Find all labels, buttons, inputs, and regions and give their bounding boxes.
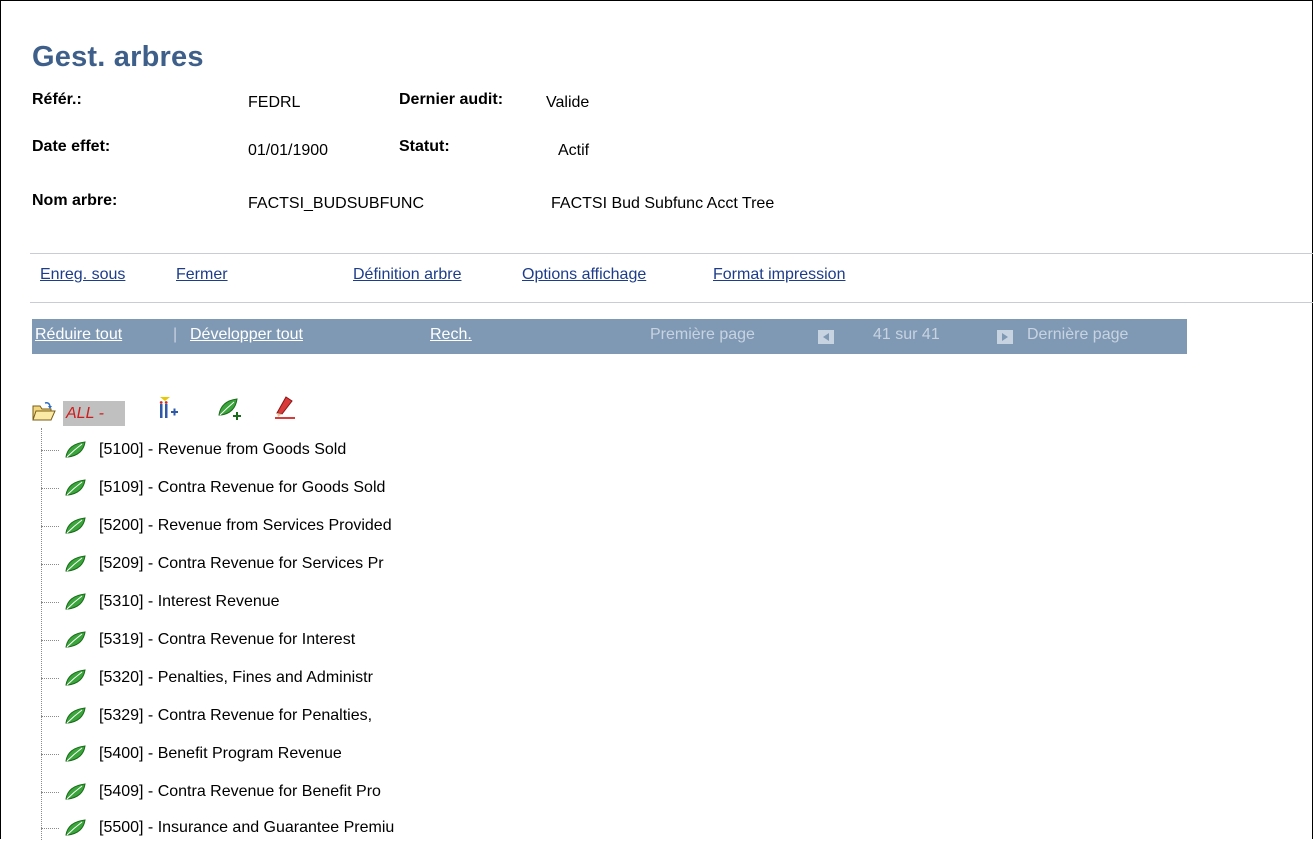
- tree-description: FACTSI Bud Subfunc Acct Tree: [551, 195, 775, 212]
- tree-node-label[interactable]: [5209] - Contra Revenue for Services Pr: [99, 555, 384, 573]
- last-page-link[interactable]: Dernière page: [1027, 326, 1128, 344]
- status-label: Statut:: [399, 138, 450, 155]
- page-title: Gest. arbres: [32, 41, 204, 73]
- separator-top: [30, 253, 1313, 254]
- page-counter: 41 sur 41: [873, 326, 940, 343]
- close-link[interactable]: Fermer: [176, 266, 228, 284]
- tree-node-label[interactable]: [5329] - Contra Revenue for Penalties,: [99, 707, 372, 725]
- audit-label: Dernier audit:: [399, 91, 504, 108]
- collapse-all-link[interactable]: Réduire tout: [35, 326, 122, 344]
- leaf-icon: [63, 818, 89, 843]
- nav-separator: |: [173, 326, 178, 343]
- effective-date-value: 01/01/1900: [248, 142, 329, 159]
- ref-value: FEDRL: [248, 94, 301, 111]
- tree-branch-line: [41, 792, 59, 793]
- tree-node-label[interactable]: [5100] - Revenue from Goods Sold: [99, 441, 346, 459]
- tree-branch-line: [41, 754, 59, 755]
- effective-date-label: Date effet:: [32, 138, 111, 155]
- status-value: Actif: [558, 142, 590, 159]
- tree-root-node[interactable]: ALL -: [63, 401, 125, 426]
- tree-name-value: FACTSI_BUDSUBFUNC: [248, 195, 425, 212]
- edit-icon[interactable]: [272, 396, 298, 427]
- tree-definition-link[interactable]: Définition arbre: [353, 266, 462, 284]
- folder-open-icon[interactable]: [32, 401, 56, 428]
- ref-label: Référ.:: [32, 91, 82, 108]
- display-options-link[interactable]: Options affichage: [522, 266, 646, 284]
- tree-node-label[interactable]: [5500] - Insurance and Guarantee Premiu: [99, 819, 394, 837]
- print-format-link[interactable]: Format impression: [713, 266, 845, 284]
- tree-node-label[interactable]: [5109] - Contra Revenue for Goods Sold: [99, 479, 385, 497]
- next-page-icon[interactable]: [997, 330, 1013, 344]
- tree-branch-line: [41, 678, 59, 679]
- tree-node-label[interactable]: [5200] - Revenue from Services Provided: [99, 517, 392, 535]
- leaf-icon: [63, 706, 89, 731]
- tree-branch-line: [41, 716, 59, 717]
- tree-branch-line: [41, 526, 59, 527]
- tree-branch-line: [41, 602, 59, 603]
- separator-actions: [30, 302, 1313, 303]
- leaf-icon: [63, 630, 89, 655]
- leaf-icon: [63, 516, 89, 541]
- leaf-icon: [63, 782, 89, 807]
- leaf-icon: [63, 592, 89, 617]
- tree-connector-line: [41, 428, 42, 840]
- tree-branch-line: [41, 450, 59, 451]
- tree-node-label[interactable]: [5409] - Contra Revenue for Benefit Pro: [99, 783, 381, 801]
- insert-leaf-icon[interactable]: [217, 397, 243, 426]
- tree-node-label[interactable]: [5400] - Benefit Program Revenue: [99, 745, 342, 763]
- tree-branch-line: [41, 828, 59, 829]
- leaf-icon: [63, 744, 89, 769]
- tree-branch-line: [41, 640, 59, 641]
- first-page-link[interactable]: Première page: [650, 326, 755, 344]
- expand-all-link[interactable]: Développer tout: [190, 326, 303, 344]
- tree-branch-line: [41, 488, 59, 489]
- tree-node-label[interactable]: [5310] - Interest Revenue: [99, 593, 280, 611]
- tree-node-label[interactable]: [5320] - Penalties, Fines and Administr: [99, 669, 373, 687]
- search-link[interactable]: Rech.: [430, 326, 472, 344]
- audit-value: Valide: [546, 94, 590, 111]
- insert-child-icon[interactable]: [157, 396, 181, 427]
- leaf-icon: [63, 554, 89, 579]
- leaf-icon: [63, 668, 89, 693]
- tree-name-label: Nom arbre:: [32, 192, 118, 209]
- previous-page-icon[interactable]: [818, 330, 834, 344]
- leaf-icon: [63, 440, 89, 465]
- tree-navigation-bar: Réduire tout | Développer tout Rech. Pre…: [32, 319, 1187, 354]
- tree-node-label[interactable]: [5319] - Contra Revenue for Interest: [99, 631, 355, 649]
- tree-branch-line: [41, 564, 59, 565]
- save-as-link[interactable]: Enreg. sous: [40, 266, 125, 284]
- leaf-icon: [63, 478, 89, 503]
